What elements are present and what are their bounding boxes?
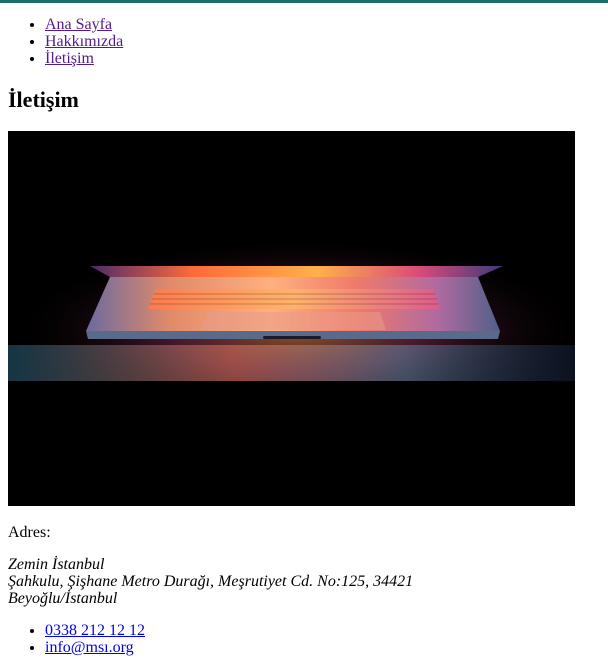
- address-line: Şahkulu, Şişhane Metro Durağı, Meşrutiye…: [8, 573, 414, 590]
- contact-list: 0338 212 12 12 info@msı.org: [0, 622, 145, 656]
- address-label: Adres:: [8, 524, 51, 541]
- address-line: Beyoğlu/İstanbul: [8, 590, 118, 607]
- nav-link-about[interactable]: Hakkımızda: [45, 33, 123, 50]
- phone-link[interactable]: 0338 212 12 12: [45, 622, 145, 639]
- nav-link-home[interactable]: Ana Sayfa: [45, 16, 112, 33]
- nav-item-contact: İletişim: [45, 50, 123, 67]
- email-link[interactable]: info@msı.org: [45, 639, 134, 656]
- nav-list: Ana Sayfa Hakkımızda İletişim: [0, 16, 123, 67]
- laptop-illustration: [8, 131, 575, 506]
- contact-item-phone: 0338 212 12 12: [45, 622, 145, 639]
- top-accent-strip: [0, 0, 608, 3]
- nav-link-contact[interactable]: İletişim: [45, 50, 94, 67]
- contact-item-email: info@msı.org: [45, 639, 145, 656]
- hero-laptop-image: [8, 131, 575, 506]
- address-line: Zemin İstanbul: [8, 556, 105, 573]
- page-title: İletişim: [8, 87, 79, 112]
- nav-item-home: Ana Sayfa: [45, 16, 123, 33]
- nav-item-about: Hakkımızda: [45, 33, 123, 50]
- address-block: Zemin İstanbul Şahkulu, Şişhane Metro Du…: [8, 556, 413, 607]
